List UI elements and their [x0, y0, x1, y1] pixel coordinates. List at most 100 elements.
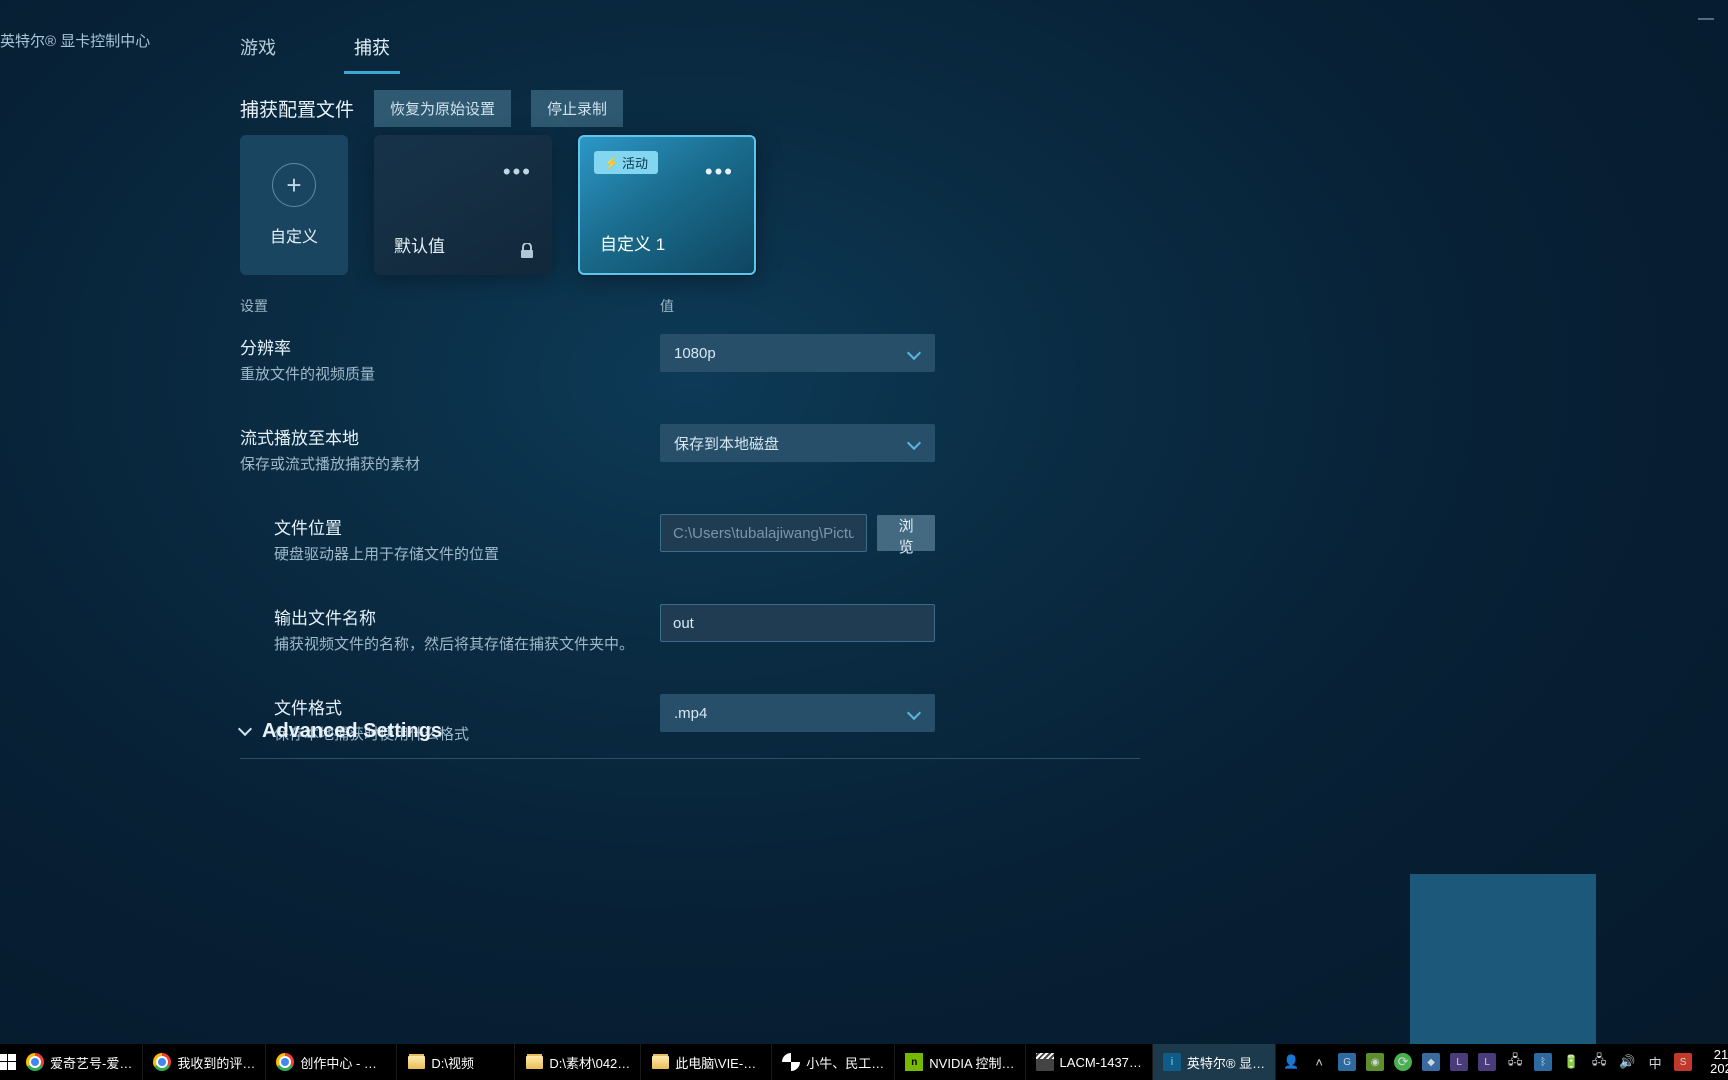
- niuniu-icon: [782, 1053, 800, 1071]
- setting-desc: 硬盘驱动器上用于存储文件的位置: [274, 543, 660, 564]
- tray-up-icon[interactable]: ˄: [1310, 1053, 1328, 1071]
- active-badge-text: 活动: [622, 153, 648, 172]
- taskbar-item-label: D:\素材\042…: [549, 1053, 630, 1072]
- taskbar-item[interactable]: 小牛、民工…: [772, 1044, 895, 1080]
- tray-spin-icon[interactable]: ⟳: [1394, 1053, 1412, 1071]
- tray-volume-icon[interactable]: 🔊: [1618, 1053, 1636, 1071]
- minimize-button[interactable]: —: [1698, 10, 1714, 12]
- settings-grid: 设置 值 分辨率 重放文件的视频质量 1080p 流式播放至本地 保存或流式播放…: [240, 296, 1160, 784]
- more-icon[interactable]: •••: [503, 159, 532, 185]
- tab-game[interactable]: 游戏: [240, 24, 276, 74]
- stream-local-dropdown[interactable]: 保存到本地磁盘: [660, 424, 935, 462]
- tray-people-icon[interactable]: 👤: [1282, 1053, 1300, 1071]
- chrome-icon: [276, 1053, 294, 1071]
- setting-resolution: 分辨率 重放文件的视频质量 1080p: [240, 334, 1160, 384]
- tray-shield-icon[interactable]: ◆: [1422, 1053, 1440, 1071]
- stop-recording-button[interactable]: 停止录制: [531, 90, 623, 127]
- advanced-settings-toggle[interactable]: Advanced Settings: [240, 720, 442, 743]
- setting-file-location: 文件位置 硬盘驱动器上用于存储文件的位置 浏览: [240, 514, 1160, 564]
- app-title: 英特尔® 显卡控制中心: [0, 30, 150, 51]
- taskbar-item[interactable]: LACM-1437…: [1026, 1044, 1153, 1080]
- setting-desc: 重放文件的视频质量: [240, 363, 660, 384]
- taskbar-item-label: 我收到的评…: [177, 1053, 255, 1072]
- browse-button[interactable]: 浏览: [877, 515, 935, 551]
- lock-icon: [520, 243, 534, 259]
- chevron-down-icon: [907, 706, 921, 720]
- setting-title: 文件位置: [274, 514, 660, 539]
- tray-nvidia-icon[interactable]: ◉: [1366, 1053, 1384, 1071]
- setting-title: 分辨率: [240, 334, 660, 359]
- taskbar-item[interactable]: 我收到的评…: [143, 1044, 266, 1080]
- taskbar-item[interactable]: n NVIDIA 控制…: [895, 1044, 1025, 1080]
- taskbar-clock[interactable]: 21: 202: [1706, 1048, 1728, 1077]
- nvidia-icon: n: [905, 1053, 923, 1071]
- taskbar-item[interactable]: 爱奇艺号-爱…: [16, 1044, 143, 1080]
- taskbar-item[interactable]: D:\素材\042…: [515, 1044, 641, 1080]
- active-badge: ⚡ 活动: [594, 151, 658, 174]
- profile-row: + 自定义 ••• 默认值 ⚡ 活动 ••• 自定义 1: [240, 135, 756, 275]
- taskbar-item-label: 小牛、民工…: [806, 1053, 884, 1072]
- dropdown-value: 1080p: [674, 345, 716, 362]
- folder-icon: [651, 1053, 669, 1071]
- tray-battery-icon[interactable]: 🔋: [1562, 1053, 1580, 1071]
- setting-title: 输出文件名称: [274, 604, 660, 629]
- profile-default[interactable]: ••• 默认值: [374, 135, 552, 275]
- chrome-icon: [26, 1053, 44, 1071]
- intel-icon: i: [1163, 1053, 1181, 1071]
- taskbar-item-label: NVIDIA 控制…: [929, 1053, 1014, 1072]
- tray-lav2-icon[interactable]: L: [1478, 1053, 1496, 1071]
- taskbar-item[interactable]: i 英特尔® 显…: [1153, 1044, 1276, 1080]
- resolution-dropdown[interactable]: 1080p: [660, 334, 935, 372]
- taskbar-item-label: D:\视频: [431, 1053, 474, 1072]
- restore-defaults-button[interactable]: 恢复为原始设置: [374, 90, 511, 127]
- bolt-icon: ⚡: [604, 156, 619, 170]
- plus-icon: +: [272, 163, 316, 207]
- system-tray: 👤 ˄ G ◉ ⟳ ◆ L L 🖧 ᛒ 🔋 🖧 🔊 中 S 21: 202: [1276, 1044, 1728, 1080]
- tray-network-icon[interactable]: 🖧: [1506, 1053, 1524, 1071]
- hover-overlay: [1410, 874, 1596, 1044]
- taskbar-item[interactable]: 创作中心 - G…: [266, 1044, 397, 1080]
- tray-ime[interactable]: 中: [1646, 1053, 1664, 1071]
- file-format-dropdown[interactable]: .mp4: [660, 694, 935, 732]
- setting-desc: 保存或流式播放捕获的素材: [240, 453, 660, 474]
- chrome-icon: [153, 1053, 171, 1071]
- folder-icon: [407, 1053, 425, 1071]
- advanced-settings-label: Advanced Settings: [262, 720, 442, 743]
- chevron-down-icon: [240, 726, 252, 738]
- start-button[interactable]: [0, 1044, 16, 1080]
- tab-bar: 游戏 捕获: [240, 24, 390, 74]
- dropdown-value: 保存到本地磁盘: [674, 433, 779, 454]
- folder-icon: [525, 1053, 543, 1071]
- tray-lav-icon[interactable]: L: [1450, 1053, 1468, 1071]
- divider: [240, 758, 1140, 759]
- tab-capture[interactable]: 捕获: [354, 24, 390, 74]
- more-icon[interactable]: •••: [705, 159, 734, 185]
- taskbar: 爱奇艺号-爱… 我收到的评… 创作中心 - G… D:\视频 D:\素材\042… 此电脑…: [0, 1044, 1728, 1080]
- column-header-settings: 设置: [240, 296, 660, 316]
- profile-default-label: 默认值: [394, 232, 445, 257]
- profile-custom-1[interactable]: ⚡ 活动 ••• 自定义 1: [578, 135, 756, 275]
- setting-title: 流式播放至本地: [240, 424, 660, 449]
- column-header-value: 值: [660, 296, 1160, 316]
- windows-icon: [0, 1054, 16, 1070]
- setting-desc: 捕获视频文件的名称，然后将其存储在捕获文件夹中。: [274, 633, 660, 654]
- output-name-input[interactable]: [660, 604, 935, 642]
- profile-active-label: 自定义 1: [600, 230, 665, 255]
- tray-logitech-icon[interactable]: G: [1338, 1053, 1356, 1071]
- tray-wifi-icon[interactable]: 🖧: [1590, 1053, 1608, 1071]
- taskbar-item[interactable]: 此电脑\VIE-L…: [641, 1044, 772, 1080]
- section-title: 捕获配置文件: [240, 95, 354, 122]
- setting-title: 文件格式: [274, 694, 660, 719]
- chevron-down-icon: [907, 346, 921, 360]
- file-location-input[interactable]: [660, 514, 867, 552]
- tray-sogou-icon[interactable]: S: [1674, 1053, 1692, 1071]
- taskbar-item-label: 创作中心 - G…: [300, 1053, 386, 1072]
- taskbar-item-label: LACM-1437…: [1060, 1055, 1142, 1070]
- setting-output-name: 输出文件名称 捕获视频文件的名称，然后将其存储在捕获文件夹中。: [240, 604, 1160, 654]
- taskbar-item[interactable]: D:\视频: [397, 1044, 515, 1080]
- tray-bluetooth-icon[interactable]: ᛒ: [1534, 1053, 1552, 1071]
- taskbar-item-label: 英特尔® 显…: [1187, 1053, 1265, 1072]
- taskbar-item-label: 此电脑\VIE-L…: [675, 1053, 761, 1072]
- profile-custom-add[interactable]: + 自定义: [240, 135, 348, 275]
- section-header: 捕获配置文件 恢复为原始设置 停止录制: [240, 90, 623, 127]
